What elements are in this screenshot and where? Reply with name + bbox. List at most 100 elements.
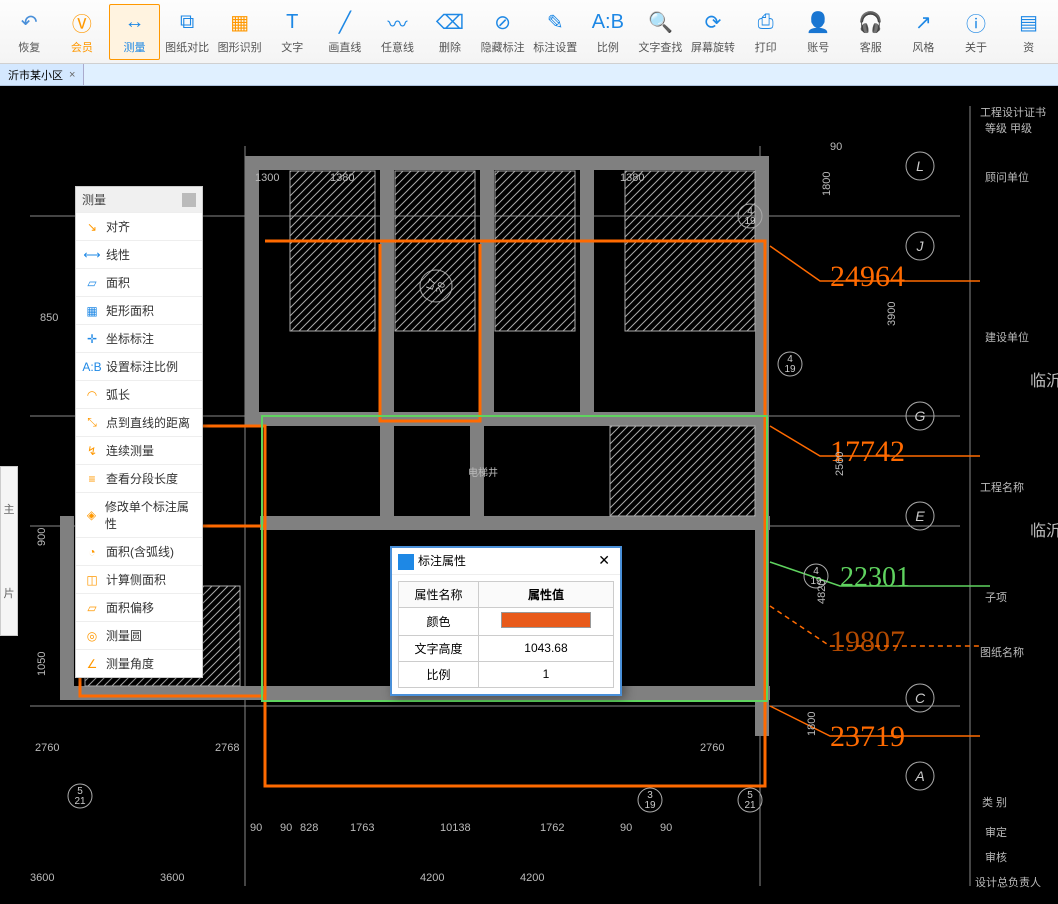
measure-弧长[interactable]: ◠弧长	[76, 380, 202, 408]
measure-面积(含弧线)[interactable]: ◔面积(含弧线)	[76, 537, 202, 565]
svg-text:1300: 1300	[255, 172, 279, 184]
tool-删除[interactable]: ⌫删除	[425, 4, 476, 60]
svg-text:工程设计证书: 工程设计证书	[980, 106, 1046, 119]
svg-text:4200: 4200	[420, 872, 444, 884]
资-icon: ▤	[1015, 9, 1043, 37]
measure-对齐[interactable]: ↘对齐	[76, 212, 202, 240]
svg-text:工程名称: 工程名称	[980, 480, 1024, 494]
tool-风格[interactable]: ↗风格	[898, 4, 949, 60]
坐标标注-icon: ✛	[84, 331, 100, 347]
svg-text:19: 19	[644, 800, 656, 811]
tool-屏幕旋转[interactable]: ⟳屏幕旋转	[688, 4, 739, 60]
svg-text:10138: 10138	[440, 822, 471, 834]
measure-修改单个标注属性[interactable]: ◈修改单个标注属性	[76, 492, 202, 537]
tool-画直线[interactable]: ╱画直线	[320, 4, 371, 60]
查看分段长度-icon: ≡	[84, 471, 100, 487]
测量-icon: ↔	[120, 9, 148, 37]
tool-打印[interactable]: ⎙打印	[740, 4, 791, 60]
measure-点到直线的距离[interactable]: ⤡点到直线的距离	[76, 408, 202, 436]
dialog-close-button[interactable]: ✕	[594, 552, 614, 569]
dropdown-icon[interactable]	[182, 193, 196, 207]
measure-panel-header[interactable]: 测量	[76, 187, 202, 212]
measure-线性[interactable]: ⟷线性	[76, 240, 202, 268]
线性-icon: ⟷	[84, 247, 100, 263]
svg-text:3600: 3600	[30, 872, 54, 884]
measure-设置标注比例[interactable]: A:B设置标注比例	[76, 352, 202, 380]
标注设置-icon: ✎	[541, 9, 569, 37]
dialog-titlebar[interactable]: 标注属性 ✕	[392, 548, 620, 575]
measure-测量圆[interactable]: ◎测量圆	[76, 621, 202, 649]
side-palette[interactable]: 主 片	[0, 466, 18, 636]
svg-text:1050: 1050	[36, 652, 48, 676]
任意线-icon: 〰	[383, 9, 411, 37]
color-swatch[interactable]	[501, 612, 591, 628]
svg-text:审核: 审核	[985, 850, 1007, 864]
tool-关于[interactable]: ⓘ关于	[951, 4, 1002, 60]
客服-icon: 🎧	[857, 9, 885, 37]
svg-text:90: 90	[250, 822, 262, 834]
measure-查看分段长度[interactable]: ≡查看分段长度	[76, 464, 202, 492]
tool-会员[interactable]: Ⓥ会员	[57, 4, 108, 60]
svg-text:2760: 2760	[35, 742, 59, 754]
测量圆-icon: ◎	[84, 628, 100, 644]
删除-icon: ⌫	[436, 9, 464, 37]
prop-value-颜色[interactable]	[478, 607, 613, 635]
prop-value-文字高度[interactable]: 1043.68	[478, 635, 613, 661]
tool-文字查找[interactable]: 🔍文字查找	[635, 4, 686, 60]
prop-value-比例[interactable]: 1	[478, 661, 613, 687]
tool-账号[interactable]: 👤账号	[793, 4, 844, 60]
面积-icon: ▱	[84, 275, 100, 291]
面积(含弧线)-icon: ◔	[84, 544, 100, 560]
tool-测量[interactable]: ↔测量	[109, 4, 160, 60]
svg-text:设计总负责人: 设计总负责人	[975, 875, 1041, 889]
隐藏标注-icon: ⊘	[489, 9, 517, 37]
svg-text:顾问单位: 顾问单位	[985, 170, 1029, 184]
tool-任意线[interactable]: 〰任意线	[372, 4, 423, 60]
drawing-canvas[interactable]: L J G E C A 419 419 419 521 521 319 2496…	[0, 86, 1058, 904]
tool-恢复[interactable]: ↶恢复	[4, 4, 55, 60]
矩形面积-icon: ▦	[84, 303, 100, 319]
点到直线的距离-icon: ⤡	[84, 415, 100, 431]
measure-坐标标注[interactable]: ✛坐标标注	[76, 324, 202, 352]
annot-4: 19807	[830, 625, 905, 658]
measure-面积偏移[interactable]: ▱面积偏移	[76, 593, 202, 621]
tab-bar: 沂市某小区 ×	[0, 64, 1058, 86]
svg-text:900: 900	[36, 528, 48, 546]
tool-资[interactable]: ▤资	[1003, 4, 1054, 60]
svg-text:A: A	[914, 768, 924, 784]
svg-text:子项: 子项	[985, 591, 1007, 604]
svg-text:类 别: 类 别	[982, 795, 1007, 809]
修改单个标注属性-icon: ◈	[84, 507, 99, 523]
会员-icon: Ⓥ	[68, 9, 96, 37]
svg-text:1800: 1800	[806, 712, 818, 736]
measure-连续测量[interactable]: ↯连续测量	[76, 436, 202, 464]
tool-比例[interactable]: A:B比例	[583, 4, 634, 60]
svg-text:J: J	[916, 238, 925, 254]
measure-计算侧面积[interactable]: ◫计算侧面积	[76, 565, 202, 593]
tool-文字[interactable]: T文字	[267, 4, 318, 60]
打印-icon: ⎙	[752, 9, 780, 37]
tool-标注设置[interactable]: ✎标注设置	[530, 4, 581, 60]
svg-text:E: E	[915, 508, 925, 524]
关于-icon: ⓘ	[962, 9, 990, 37]
tool-隐藏标注[interactable]: ⊘隐藏标注	[477, 4, 528, 60]
measure-测量角度[interactable]: ∠测量角度	[76, 649, 202, 677]
svg-text:1800: 1800	[821, 172, 833, 196]
annot-5: 23719	[830, 720, 905, 753]
svg-text:临沂: 临沂	[1030, 372, 1058, 390]
svg-text:828: 828	[300, 822, 318, 834]
svg-text:850: 850	[40, 312, 58, 324]
tool-图纸对比[interactable]: ⧉图纸对比	[162, 4, 213, 60]
svg-text:4820: 4820	[816, 580, 828, 604]
measure-面积[interactable]: ▱面积	[76, 268, 202, 296]
svg-text:3600: 3600	[160, 872, 184, 884]
tool-图形识别[interactable]: ▦图形识别	[214, 4, 265, 60]
文字查找-icon: 🔍	[646, 9, 674, 37]
tab-title: 沂市某小区	[8, 67, 63, 83]
document-tab[interactable]: 沂市某小区 ×	[0, 64, 84, 85]
properties-table: 属性名称 属性值 颜色文字高度1043.68比例1	[398, 581, 614, 688]
tool-客服[interactable]: 🎧客服	[846, 4, 897, 60]
svg-text:90: 90	[620, 822, 632, 834]
measure-矩形面积[interactable]: ▦矩形面积	[76, 296, 202, 324]
tab-close-icon[interactable]: ×	[69, 69, 75, 81]
